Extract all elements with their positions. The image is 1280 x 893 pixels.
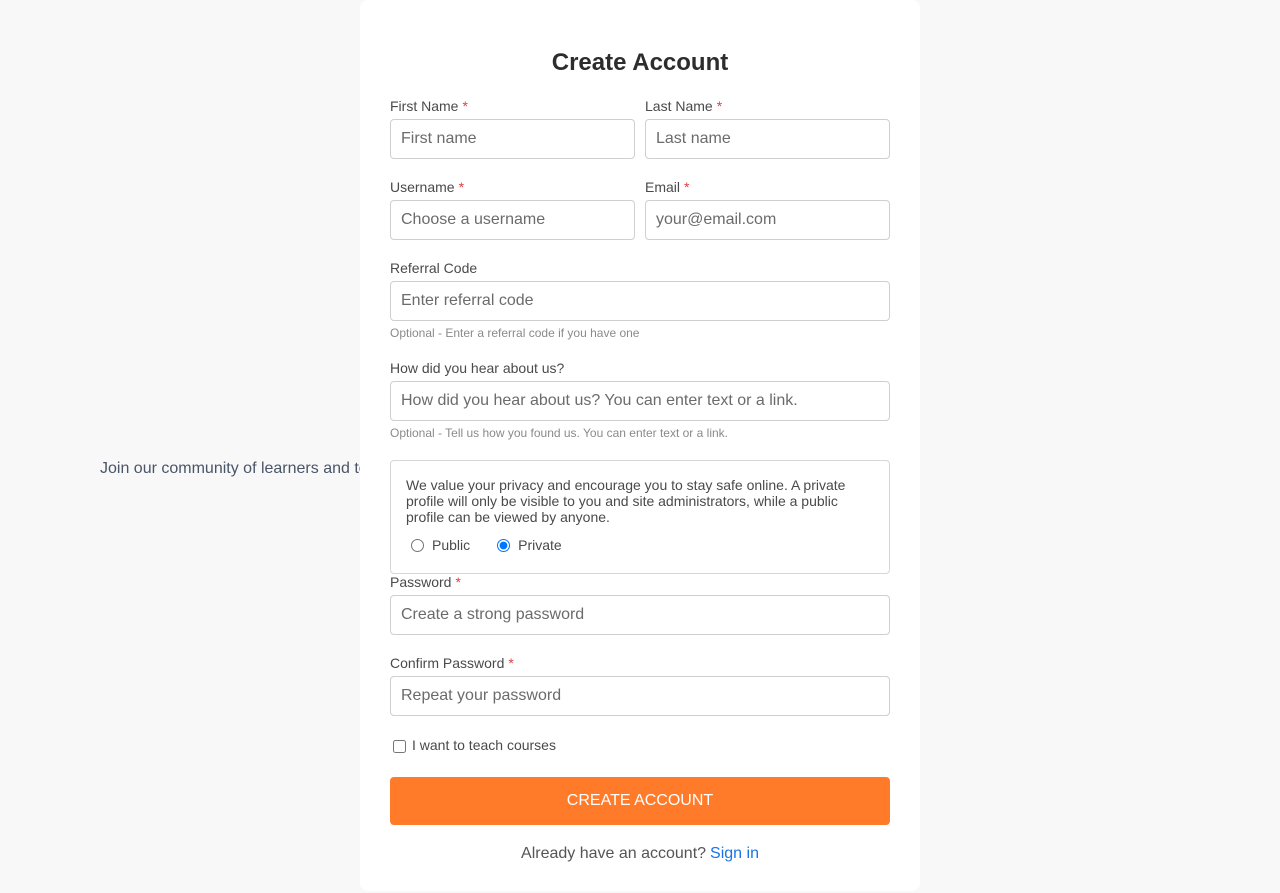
email-label: Email * <box>645 179 689 195</box>
teach-courses-label: I want to teach courses <box>412 737 556 753</box>
signin-row: Already have an account? Sign in <box>360 844 920 864</box>
source-label: How did you hear about us? <box>390 360 565 376</box>
privacy-option-private[interactable]: Private <box>492 537 562 553</box>
signin-link[interactable]: Sign in <box>710 845 759 862</box>
referral-label: Referral Code <box>390 260 478 276</box>
public-radio-label: Public <box>432 537 471 553</box>
required-mark: * <box>508 655 514 671</box>
username-label-text: Username <box>390 179 455 195</box>
password-label-text: Password <box>390 574 452 590</box>
confirm-password-label: Confirm Password * <box>390 655 514 671</box>
password-label: Password * <box>390 574 461 590</box>
first-name-input[interactable] <box>390 119 635 159</box>
create-account-button[interactable]: Create Account <box>390 777 890 825</box>
private-radio-label: Private <box>518 537 562 553</box>
first-name-label-text: First Name <box>390 98 459 114</box>
last-name-input[interactable] <box>645 119 890 159</box>
last-name-label: Last Name * <box>645 98 722 114</box>
source-input[interactable] <box>390 381 890 421</box>
referral-code-input[interactable] <box>390 281 890 321</box>
teach-courses-checkbox[interactable] <box>393 739 406 753</box>
required-mark: * <box>462 98 468 114</box>
public-radio[interactable] <box>411 538 424 552</box>
confirm-password-label-text: Confirm Password <box>390 655 505 671</box>
required-mark: * <box>716 98 723 114</box>
password-input[interactable] <box>390 595 890 635</box>
page-title: Create Account <box>551 49 729 76</box>
privacy-radio-group: Public Private <box>406 537 584 553</box>
signup-card: Create Account First Name* Last Name* Us… <box>360 0 920 891</box>
privacy-option-public[interactable]: Public <box>406 537 470 553</box>
privacy-fieldset: We value your privacy and encourage you … <box>390 460 890 574</box>
referral-hint: Optional - Enter a referral code if you … <box>390 326 640 340</box>
required-mark: * <box>455 574 461 590</box>
username-label: Username * <box>390 179 464 195</box>
private-radio[interactable] <box>497 538 511 552</box>
username-input[interactable] <box>390 200 635 240</box>
email-input[interactable] <box>645 200 890 240</box>
last-name-label-text: Last Name <box>645 98 713 114</box>
required-mark: * <box>458 179 465 195</box>
email-label-text: Email <box>645 179 681 195</box>
signin-prompt: Already have an account? <box>521 845 707 862</box>
teach-courses-option[interactable]: I want to teach courses <box>393 737 556 753</box>
required-mark: * <box>684 179 690 195</box>
source-hint: Optional - Tell us how you found us. You… <box>390 426 728 440</box>
privacy-notice: We value your privacy and encourage you … <box>406 477 846 525</box>
confirm-password-input[interactable] <box>390 676 890 716</box>
first-name-label: First Name * <box>390 98 468 114</box>
